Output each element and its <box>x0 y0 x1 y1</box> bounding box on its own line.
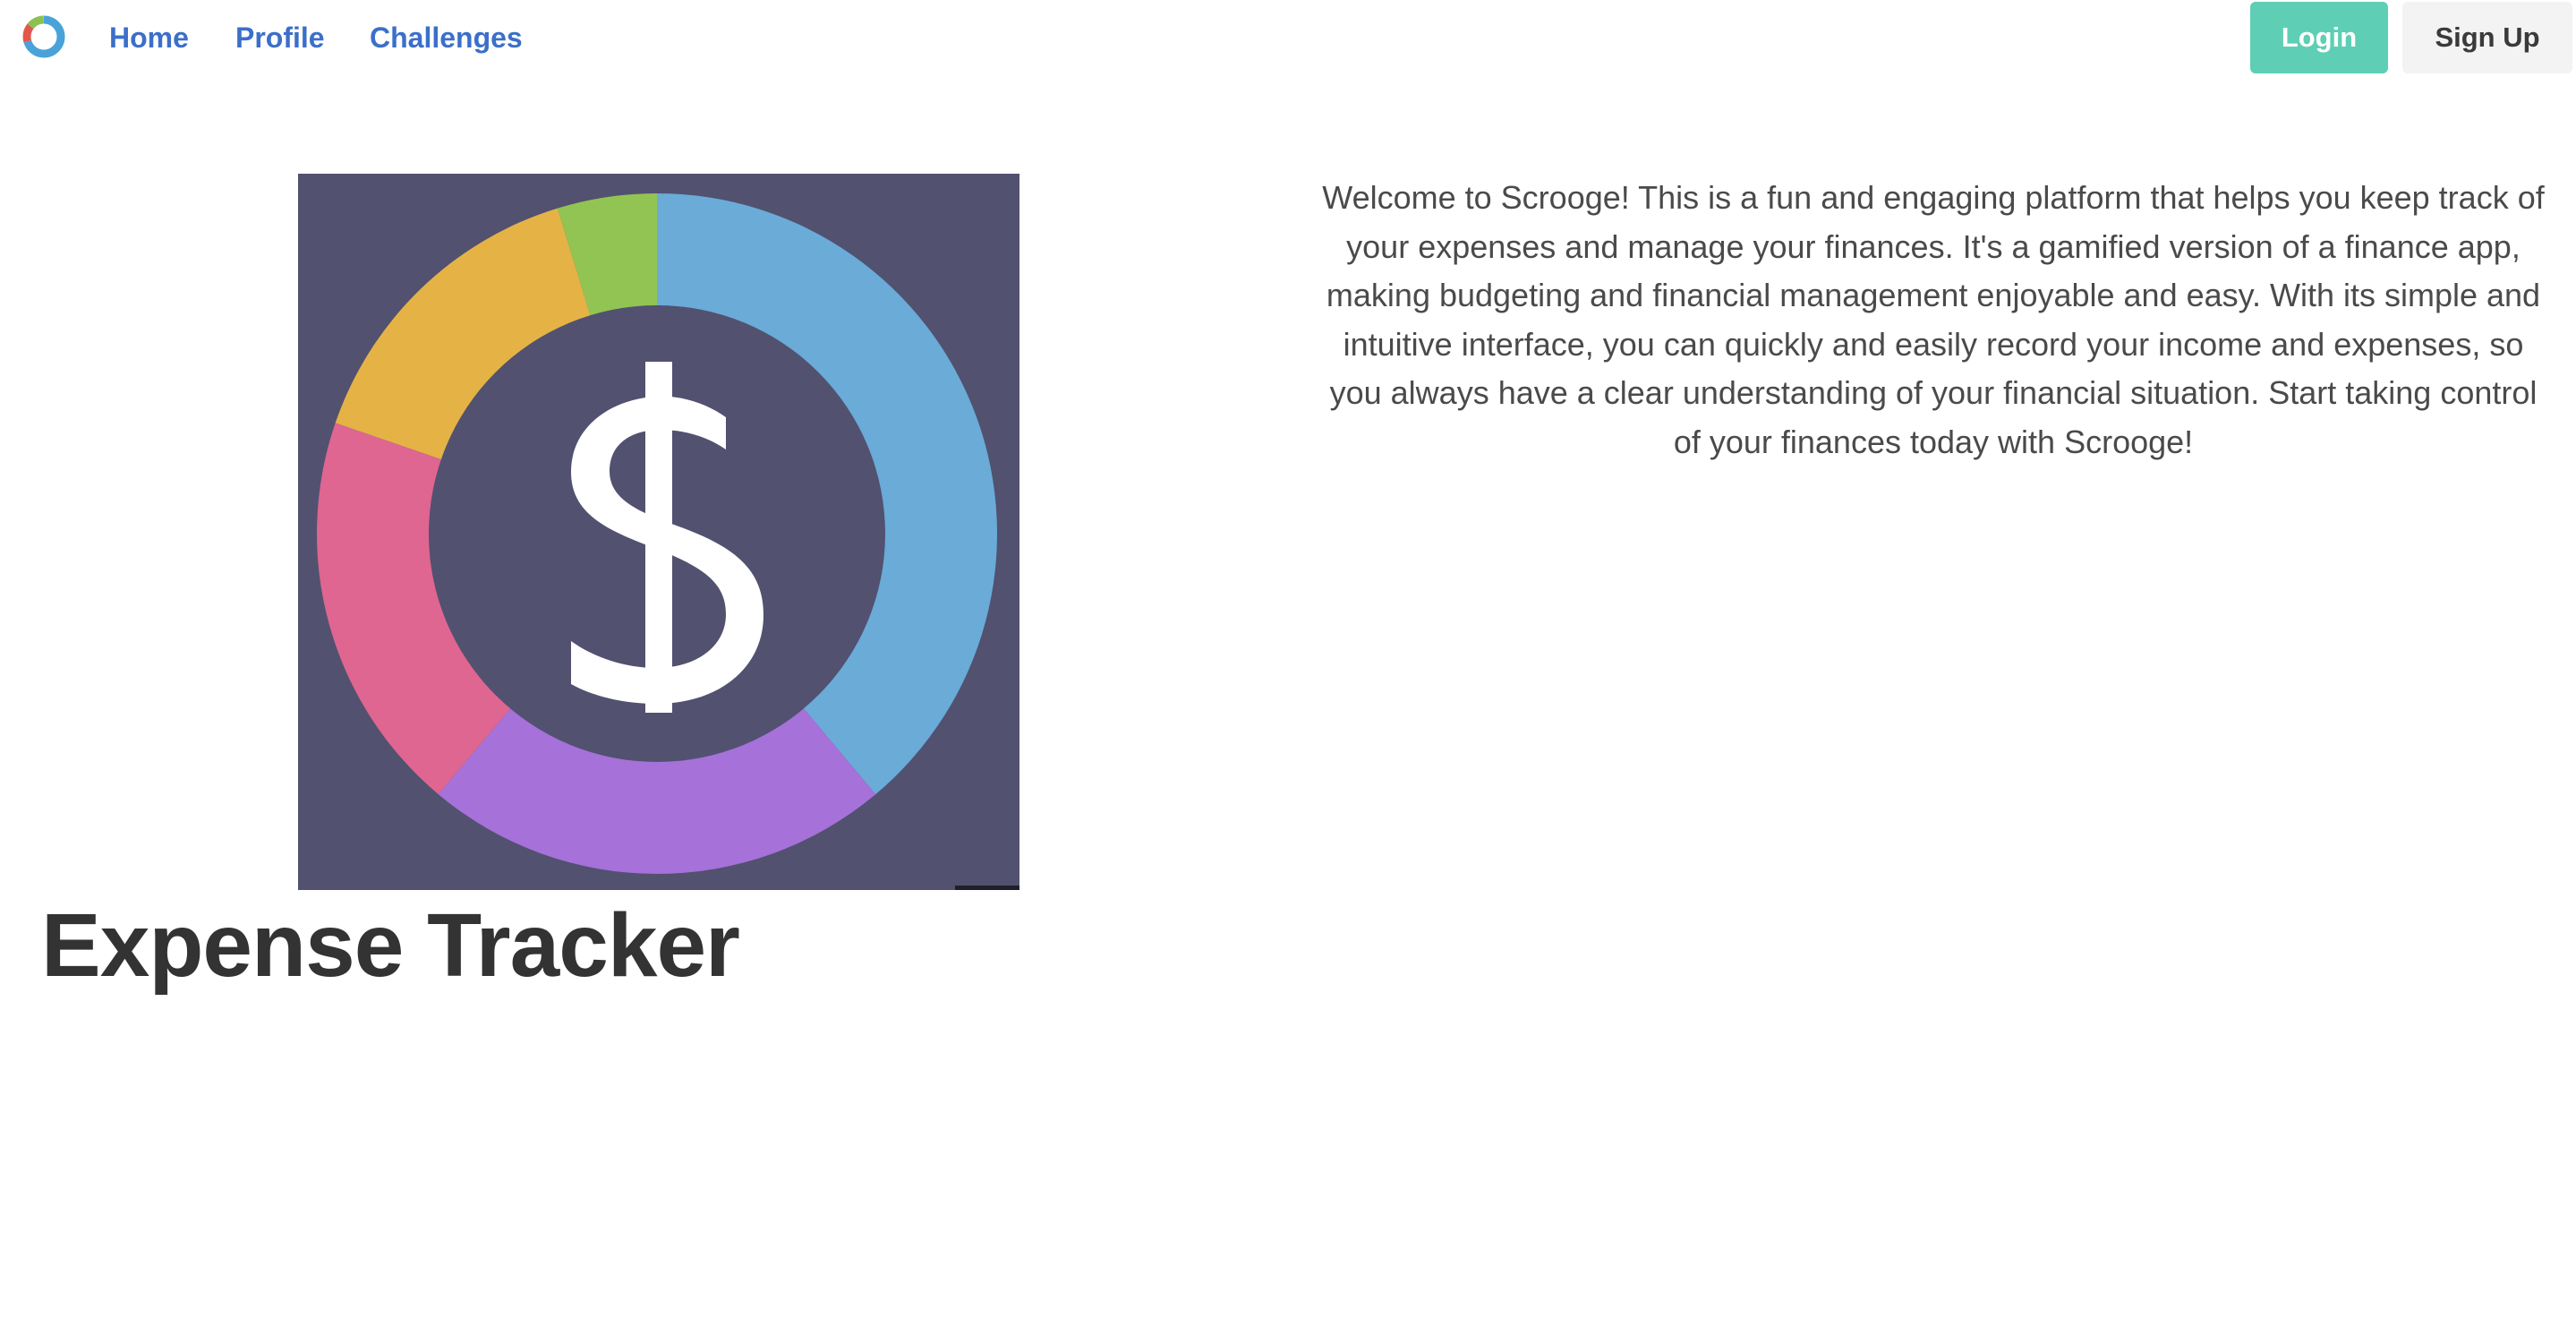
nav-link-profile[interactable]: Profile <box>235 20 325 56</box>
nav-link-challenges[interactable]: Challenges <box>370 20 523 56</box>
nav-link-home[interactable]: Home <box>109 20 189 56</box>
signup-button[interactable]: Sign Up <box>2402 2 2572 73</box>
logo-icon[interactable] <box>20 13 68 61</box>
login-button[interactable]: Login <box>2250 2 2388 73</box>
dollar-donut-chart-icon <box>298 174 1019 890</box>
page-title: Expense Tracker <box>41 895 740 996</box>
navbar: Home Profile Challenges Login Sign Up <box>0 0 2576 86</box>
welcome-paragraph: Welcome to Scrooge! This is a fun and en… <box>1322 179 2545 460</box>
